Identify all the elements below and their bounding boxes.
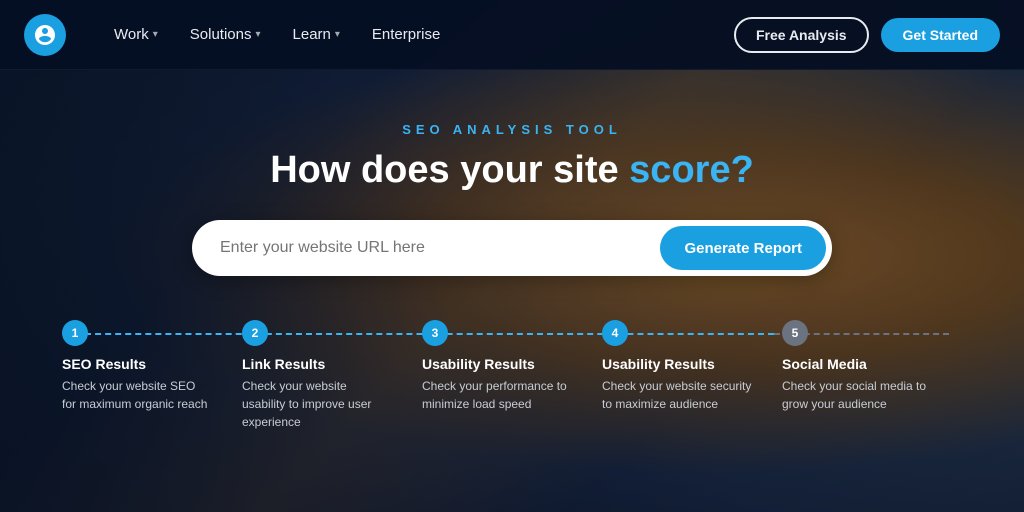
step-circle-4: 4: [602, 320, 628, 346]
step-item-1: 1 SEO Results Check your website SEO for…: [62, 320, 242, 413]
free-analysis-button[interactable]: Free Analysis: [734, 17, 869, 53]
step-number-3: 3: [432, 326, 439, 340]
step-circle-2: 2: [242, 320, 268, 346]
step-desc-3: Check your performance to minimize load …: [422, 377, 572, 413]
nav-actions: Free Analysis Get Started: [734, 17, 1000, 53]
step-desc-2: Check your website usability to improve …: [242, 377, 392, 431]
step-circle-5: 5: [782, 320, 808, 346]
step-desc-1: Check your website SEO for maximum organ…: [62, 377, 212, 413]
step-title-1: SEO Results: [62, 356, 146, 372]
nav-enterprise-label: Enterprise: [372, 26, 440, 43]
step-title-4: Usability Results: [602, 356, 715, 372]
step-item-2: 2 Link Results Check your website usabil…: [242, 320, 422, 431]
headline-highlight: score?: [629, 149, 754, 191]
main-content: SEO ANALYSIS TOOL How does your site sco…: [0, 70, 1024, 431]
step-item-3: 3 Usability Results Check your performan…: [422, 320, 602, 413]
step-title-3: Usability Results: [422, 356, 535, 372]
step-number-1: 1: [72, 326, 79, 340]
step-desc-5: Check your social media to grow your aud…: [782, 377, 932, 413]
nav-item-learn[interactable]: Learn ▾: [281, 20, 352, 49]
step-title-2: Link Results: [242, 356, 325, 372]
get-started-button[interactable]: Get Started: [881, 18, 1000, 52]
navbar: Work ▾ Solutions ▾ Learn ▾ Enterprise Fr…: [0, 0, 1024, 70]
step-desc-4: Check your website security to maximize …: [602, 377, 752, 413]
step-number-4: 4: [612, 326, 619, 340]
chevron-down-icon: ▾: [255, 29, 260, 40]
nav-links: Work ▾ Solutions ▾ Learn ▾ Enterprise: [102, 20, 734, 49]
step-title-5: Social Media: [782, 356, 867, 372]
nav-item-work[interactable]: Work ▾: [102, 20, 170, 49]
step-circle-3: 3: [422, 320, 448, 346]
nav-learn-label: Learn: [293, 26, 331, 43]
search-bar: Generate Report: [192, 220, 832, 276]
nav-item-solutions[interactable]: Solutions ▾: [178, 20, 273, 49]
headline-part1: How does your site: [270, 149, 629, 191]
nav-work-label: Work: [114, 26, 149, 43]
url-search-input[interactable]: [220, 239, 660, 257]
logo[interactable]: [24, 14, 66, 56]
nav-item-enterprise[interactable]: Enterprise: [360, 20, 452, 49]
chevron-down-icon: ▾: [335, 29, 340, 40]
chevron-down-icon: ▾: [153, 29, 158, 40]
nav-solutions-label: Solutions: [190, 26, 252, 43]
steps-container: 1 SEO Results Check your website SEO for…: [62, 320, 962, 431]
step-item-5: 5 Social Media Check your social media t…: [782, 320, 962, 413]
step-number-5: 5: [792, 326, 799, 340]
hero-headline: How does your site score?: [270, 149, 754, 192]
step-item-4: 4 Usability Results Check your website s…: [602, 320, 782, 413]
step-circle-1: 1: [62, 320, 88, 346]
generate-report-button[interactable]: Generate Report: [660, 226, 826, 270]
seo-analysis-label: SEO ANALYSIS TOOL: [402, 122, 622, 137]
step-number-2: 2: [252, 326, 259, 340]
